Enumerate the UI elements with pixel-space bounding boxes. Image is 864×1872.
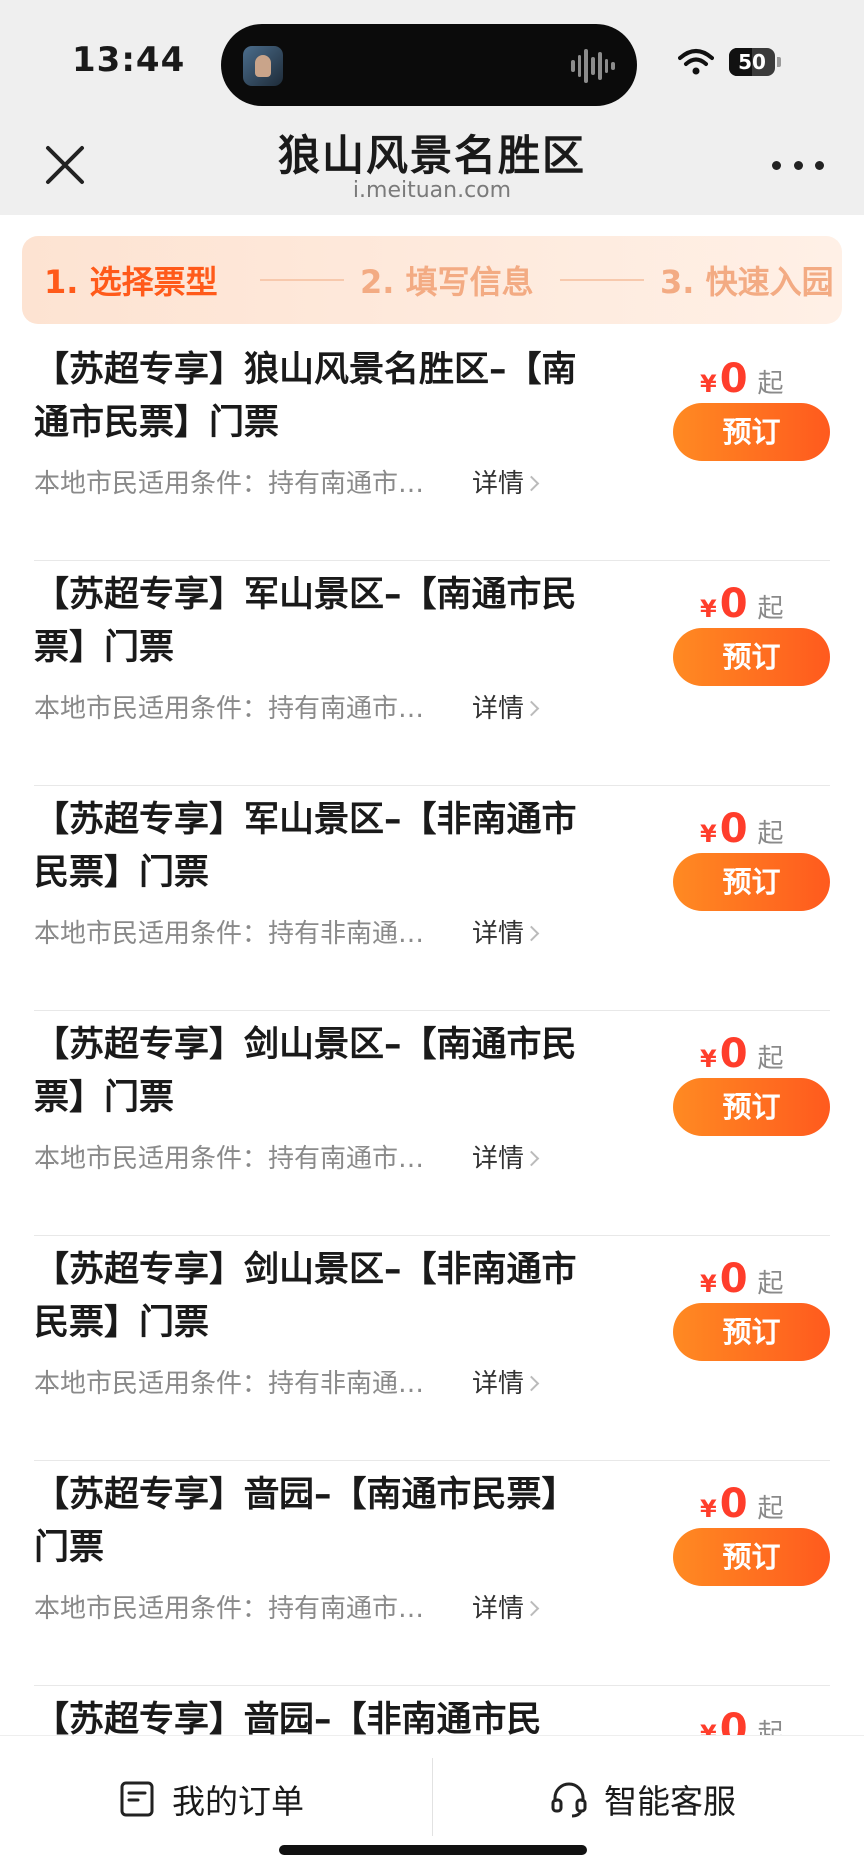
chevron-right-icon bbox=[523, 1600, 540, 1617]
headset-icon bbox=[551, 1782, 587, 1818]
book-button[interactable]: 预订 bbox=[673, 403, 830, 461]
price-suffix: 起 bbox=[757, 369, 784, 399]
header-area: 13:44 50 狼山风景名胜区 i.meituan.com bbox=[0, 0, 864, 215]
price-value: 0 bbox=[719, 1256, 748, 1302]
ticket-price: ¥0 起 bbox=[700, 1481, 784, 1527]
detail-label: 详情 bbox=[472, 919, 525, 949]
bottom-divider bbox=[432, 1758, 433, 1836]
book-button[interactable]: 预订 bbox=[673, 1303, 830, 1361]
battery-icon: 50 bbox=[729, 48, 781, 76]
ticket-condition: 本地市民适用条件：持有南通市… bbox=[34, 469, 425, 499]
ticket-title: 【苏超专享】啬园–【南通市民票】门票 bbox=[34, 1475, 577, 1568]
book-button[interactable]: 预订 bbox=[673, 1078, 830, 1136]
ticket-item[interactable]: 【苏超专享】狼山风景名胜区–【南通市民票】门票 ¥0 起预订 本地市民适用条件：持有南… bbox=[0, 336, 864, 561]
detail-link[interactable]: 详情 bbox=[472, 1363, 540, 1400]
detail-link[interactable]: 详情 bbox=[472, 463, 540, 500]
audio-wave-icon bbox=[571, 46, 616, 86]
customer-service-button[interactable]: 智能客服 bbox=[550, 1774, 736, 1824]
detail-link[interactable]: 详情 bbox=[472, 1588, 540, 1625]
ticket-item[interactable]: 【苏超专享】剑山景区–【南通市民票】门票 ¥0 起预订 本地市民适用条件：持有南通市…… bbox=[0, 1011, 864, 1236]
detail-label: 详情 bbox=[472, 694, 525, 724]
detail-label: 详情 bbox=[472, 1144, 525, 1174]
ticket-title: 【苏超专享】军山景区–【非南通市民票】门票 bbox=[34, 800, 577, 893]
ticket-item[interactable]: 【苏超专享】剑山景区–【非南通市民票】门票 ¥0 起预订 本地市民适用条件：持有非南通… bbox=[0, 1236, 864, 1461]
price-suffix: 起 bbox=[757, 1494, 784, 1524]
ticket-price: ¥0 起 bbox=[700, 356, 784, 402]
price-value: 0 bbox=[719, 581, 748, 627]
currency-symbol: ¥ bbox=[700, 820, 717, 848]
ticket-condition: 本地市民适用条件：持有南通市… bbox=[34, 1144, 425, 1174]
ticket-condition: 本地市民适用条件：持有非南通… bbox=[34, 919, 425, 949]
my-orders-button[interactable]: 我的订单 bbox=[118, 1774, 304, 1824]
step-enter-park: 3. 快速入园 bbox=[660, 263, 834, 301]
currency-symbol: ¥ bbox=[700, 595, 717, 623]
detail-link[interactable]: 详情 bbox=[472, 688, 540, 725]
battery-level: 50 bbox=[738, 50, 766, 74]
price-value: 0 bbox=[719, 356, 748, 402]
book-button[interactable]: 预订 bbox=[673, 628, 830, 686]
ticket-title: 【苏超专享】剑山景区–【非南通市民票】门票 bbox=[34, 1250, 577, 1343]
step-fill-info: 2. 填写信息 bbox=[360, 263, 534, 301]
price-value: 0 bbox=[719, 1481, 748, 1527]
price-suffix: 起 bbox=[757, 1044, 784, 1074]
price-value: 0 bbox=[719, 1031, 748, 1077]
more-icon[interactable] bbox=[772, 150, 824, 180]
price-suffix: 起 bbox=[757, 594, 784, 624]
currency-symbol: ¥ bbox=[700, 1270, 717, 1298]
booking-steps: 1. 选择票型 2. 填写信息 3. 快速入园 bbox=[22, 236, 842, 324]
ticket-price: ¥0 起 bbox=[700, 806, 784, 852]
chevron-right-icon bbox=[523, 475, 540, 492]
ticket-item[interactable]: 【苏超专享】啬园–【南通市民票】门票 ¥0 起预订 本地市民适用条件：持有南通市… 详情 bbox=[0, 1461, 864, 1686]
currency-symbol: ¥ bbox=[700, 1495, 717, 1523]
wifi-icon bbox=[678, 49, 714, 75]
ticket-price: ¥0 起 bbox=[700, 1031, 784, 1077]
ticket-condition: 本地市民适用条件：持有南通市… bbox=[34, 694, 425, 724]
detail-label: 详情 bbox=[472, 1369, 525, 1399]
ticket-title: 【苏超专享】剑山景区–【南通市民票】门票 bbox=[34, 1025, 577, 1118]
home-indicator bbox=[279, 1845, 587, 1855]
currency-symbol: ¥ bbox=[700, 370, 717, 398]
status-time: 13:44 bbox=[72, 40, 186, 80]
chevron-right-icon bbox=[523, 700, 540, 717]
detail-link[interactable]: 详情 bbox=[472, 913, 540, 950]
page-url: i.meituan.com bbox=[352, 178, 512, 203]
ticket-title: 【苏超专享】军山景区–【南通市民票】门票 bbox=[34, 575, 577, 668]
battery-cap bbox=[777, 57, 781, 67]
price-suffix: 起 bbox=[757, 819, 784, 849]
page-title: 狼山风景名胜区 bbox=[277, 131, 586, 180]
now-playing-avatar bbox=[243, 46, 283, 86]
ticket-item[interactable]: 【苏超专享】军山景区–【非南通市民票】门票 ¥0 起预订 本地市民适用条件：持有非南通… bbox=[0, 786, 864, 1011]
battery-body: 50 bbox=[729, 48, 775, 76]
ticket-price: ¥0 起 bbox=[700, 581, 784, 627]
book-button[interactable]: 预订 bbox=[673, 1528, 830, 1586]
customer-service-label: 智能客服 bbox=[604, 1782, 736, 1821]
price-value: 0 bbox=[719, 806, 748, 852]
step-select-ticket: 1. 选择票型 bbox=[44, 263, 218, 301]
ticket-item[interactable]: 【苏超专享】军山景区–【南通市民票】门票 ¥0 起预订 本地市民适用条件：持有南通市…… bbox=[0, 561, 864, 786]
chevron-right-icon bbox=[523, 925, 540, 942]
my-orders-label: 我的订单 bbox=[172, 1782, 304, 1821]
price-suffix: 起 bbox=[757, 1269, 784, 1299]
ticket-title: 【苏超专享】狼山风景名胜区–【南通市民票】门票 bbox=[34, 350, 577, 443]
step-divider bbox=[260, 279, 344, 281]
detail-link[interactable]: 详情 bbox=[472, 1138, 540, 1175]
ticket-price: ¥0 起 bbox=[700, 1256, 784, 1302]
book-button[interactable]: 预订 bbox=[673, 853, 830, 911]
chevron-right-icon bbox=[523, 1375, 540, 1392]
currency-symbol: ¥ bbox=[700, 1045, 717, 1073]
order-icon bbox=[120, 1781, 154, 1817]
detail-label: 详情 bbox=[472, 1594, 525, 1624]
step-divider bbox=[560, 279, 644, 281]
detail-label: 详情 bbox=[472, 469, 525, 499]
chevron-right-icon bbox=[523, 1150, 540, 1167]
ticket-condition: 本地市民适用条件：持有南通市… bbox=[34, 1594, 425, 1624]
dynamic-island bbox=[221, 24, 637, 106]
ticket-condition: 本地市民适用条件：持有非南通… bbox=[34, 1369, 425, 1399]
